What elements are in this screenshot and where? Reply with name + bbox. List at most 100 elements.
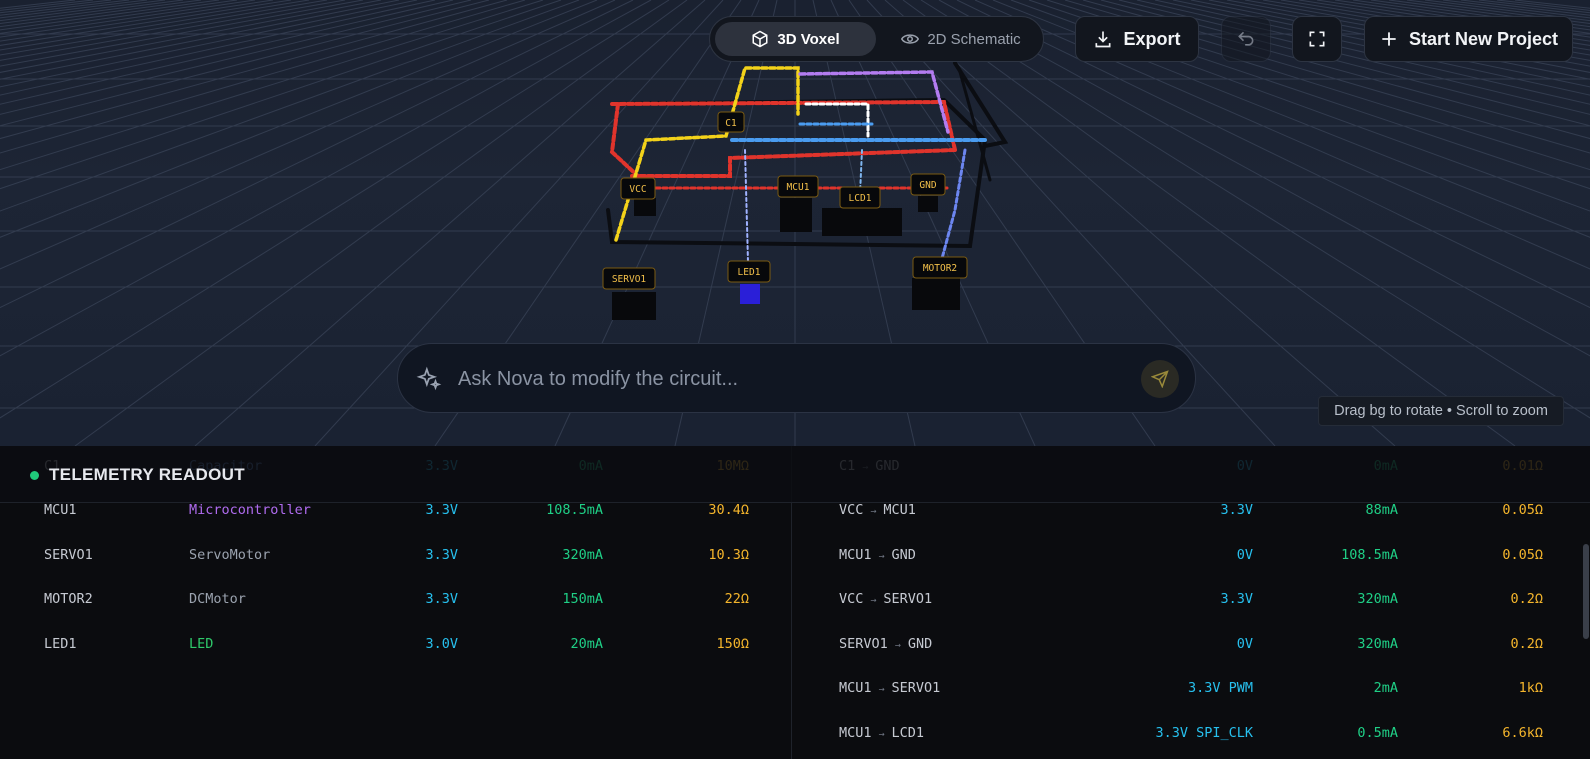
connection-to: GND [891, 547, 916, 563]
sparkle-icon [416, 366, 442, 391]
arrow-right-icon: → [894, 640, 901, 651]
connection-from: VCC [839, 502, 864, 518]
telemetry-title: TELEMETRY READOUT [49, 465, 245, 484]
label-servo1: SERVO1 [602, 267, 656, 290]
label-mcu1: MCU1 [777, 175, 819, 198]
connection-to: SERVO1 [883, 591, 933, 607]
start-new-project-button[interactable]: Start New Project [1364, 16, 1573, 62]
component-blocks [612, 196, 960, 320]
label-lcd1: LCD1 [839, 186, 881, 209]
component-current: 320mA [562, 547, 603, 563]
connection-from: VCC [839, 591, 864, 607]
connection-path: MCU1 → LCD1 [839, 725, 924, 741]
component-voltage: 3.3V [425, 591, 458, 607]
connection-path: SERVO1 → GND [839, 636, 932, 652]
label-motor2: MOTOR2 [912, 256, 968, 279]
component-resistance: 22Ω [724, 591, 749, 607]
component-voltage: 3.0V [425, 636, 458, 652]
svg-text:C1: C1 [725, 118, 737, 129]
arrow-right-icon: → [878, 684, 885, 695]
component-type: LED [189, 636, 214, 652]
connection-voltage: 3.3V [1220, 502, 1253, 518]
connection-current: 2mA [1373, 680, 1398, 696]
view-3d-label: 3D Voxel [777, 30, 840, 48]
view-2d-schematic-button[interactable]: 2D Schematic [882, 22, 1040, 56]
component-current: 20mA [570, 636, 603, 652]
label-vcc: VCC [620, 177, 656, 200]
arrow-right-icon: → [878, 729, 885, 740]
component-current: 108.5mA [546, 502, 603, 518]
svg-text:GND: GND [919, 180, 936, 191]
connection-resistance: 0.05Ω [1502, 547, 1543, 563]
telemetry-header: TELEMETRY READOUT [0, 446, 1590, 503]
telemetry-panel[interactable]: TELEMETRY READOUT C1Capacitor3.3V0mA10MΩ… [0, 446, 1590, 759]
new-project-label: Start New Project [1408, 28, 1559, 49]
export-button[interactable]: Export [1075, 16, 1199, 62]
wire-frame [606, 61, 1009, 268]
connection-voltage: 0V [1236, 547, 1253, 563]
connection-voltage: 0V [1236, 636, 1253, 652]
vcc-block [634, 198, 656, 216]
live-status-dot [30, 471, 39, 480]
3d-viewport[interactable]: C1 VCC MCU1 LCD1 GND SERVO1 LED1 MOTOR2 … [0, 0, 1590, 446]
prompt-input[interactable] [456, 362, 1120, 396]
connection-path: MCU1 → SERVO1 [839, 680, 940, 696]
send-button[interactable] [1141, 360, 1179, 398]
component-current: 150mA [562, 591, 603, 607]
component-voltage: 3.3V [425, 502, 458, 518]
connection-path: VCC → MCU1 [839, 502, 916, 518]
eye-icon [901, 34, 920, 44]
view-3d-voxel-button[interactable]: 3D Voxel [715, 22, 876, 56]
view-2d-label: 2D Schematic [927, 30, 1021, 48]
maximize-icon [1309, 31, 1325, 47]
mcu1-block [780, 198, 812, 232]
component-id: LED1 [44, 636, 77, 652]
svg-text:VCC: VCC [629, 184, 646, 195]
component-id: SERVO1 [44, 547, 93, 563]
download-icon [1095, 31, 1111, 48]
connection-to: SERVO1 [891, 680, 941, 696]
viewport-hint: Drag bg to rotate • Scroll to zoom [1318, 396, 1564, 426]
connection-current: 320mA [1357, 591, 1398, 607]
component-id: MOTOR2 [44, 591, 93, 607]
component-type: Microcontroller [189, 502, 311, 518]
connection-current: 320mA [1357, 636, 1398, 652]
connection-path: MCU1 → GND [839, 547, 916, 563]
connection-resistance: 1kΩ [1518, 680, 1543, 696]
scrollbar[interactable] [1583, 544, 1589, 639]
svg-text:MOTOR2: MOTOR2 [923, 263, 957, 274]
arrow-right-icon: → [878, 551, 885, 562]
connection-resistance: 0.2Ω [1510, 636, 1543, 652]
connection-resistance: 0.05Ω [1502, 502, 1543, 518]
cube-icon [752, 30, 768, 48]
component-id: MCU1 [44, 502, 77, 518]
component-resistance: 30.4Ω [708, 502, 749, 518]
label-led1: LED1 [727, 260, 771, 283]
connection-current: 108.5mA [1341, 547, 1398, 563]
component-resistance: 150Ω [716, 636, 749, 652]
servo1-block [612, 292, 656, 320]
connection-current: 0.5mA [1357, 725, 1398, 741]
connection-voltage: 3.3V PWM [1187, 680, 1253, 696]
component-voltage: 3.3V [425, 547, 458, 563]
plus-icon [1382, 32, 1396, 46]
svg-text:MCU1: MCU1 [787, 182, 810, 193]
arrow-right-icon: → [870, 595, 877, 606]
ai-prompt-bar [397, 343, 1196, 413]
fullscreen-button[interactable] [1292, 16, 1342, 62]
svg-text:LED1: LED1 [738, 267, 761, 278]
connection-to: MCU1 [883, 502, 916, 518]
connection-voltage: 3.3V [1220, 591, 1253, 607]
undo-button[interactable] [1221, 16, 1271, 62]
connection-resistance: 0.2Ω [1510, 591, 1543, 607]
connection-from: SERVO1 [839, 636, 888, 652]
connection-to: LCD1 [891, 725, 925, 741]
label-gnd: GND [910, 173, 946, 196]
connection-path: VCC → SERVO1 [839, 591, 932, 607]
led1-block [740, 284, 760, 304]
connection-voltage: 3.3V SPI_CLK [1155, 725, 1253, 741]
motor2-block [912, 278, 960, 310]
component-type: ServoMotor [189, 547, 271, 563]
view-mode-toggle: 3D Voxel 2D Schematic [709, 16, 1044, 62]
export-label: Export [1123, 28, 1181, 49]
